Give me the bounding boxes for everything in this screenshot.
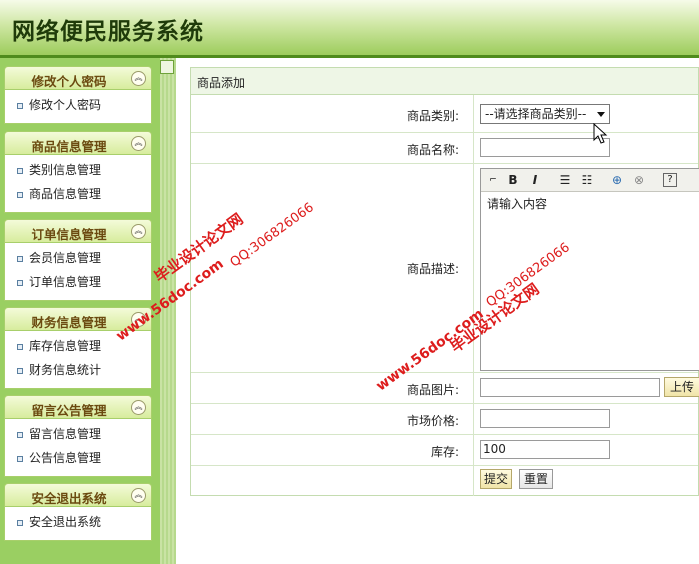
mouse-cursor-icon xyxy=(593,123,608,144)
menu-group-title: 订单信息管理 xyxy=(31,227,107,242)
sidebar-item-category[interactable]: 类别信息管理 xyxy=(5,158,151,182)
sidebar-item-announcements[interactable]: 公告信息管理 xyxy=(5,446,151,470)
name-label: 商品名称: xyxy=(406,143,459,157)
collapse-icon[interactable]: ︽ xyxy=(131,488,146,503)
category-label: 商品类别: xyxy=(406,109,459,123)
menu-group-orders: 订单信息管理 ︽ 会员信息管理 订单信息管理 xyxy=(4,219,152,301)
menu-group-header[interactable]: 商品信息管理 ︽ xyxy=(4,131,152,155)
stock-label: 库存: xyxy=(430,445,459,459)
help-icon[interactable]: ? xyxy=(663,173,677,187)
menu-group-title: 财务信息管理 xyxy=(31,315,107,330)
remove-link-icon[interactable]: ⊗ xyxy=(631,172,647,188)
menu-group-title: 修改个人密码 xyxy=(31,74,107,89)
sidebar-item-members[interactable]: 会员信息管理 xyxy=(5,246,151,270)
bullet-icon xyxy=(17,456,23,462)
menu-group-title: 留言公告管理 xyxy=(31,403,107,418)
sidebar-item-messages[interactable]: 留言信息管理 xyxy=(5,422,151,446)
bold-icon[interactable]: B xyxy=(505,172,521,188)
bullet-icon xyxy=(17,192,23,198)
toolbar-grip-icon: ⌐ xyxy=(489,175,497,185)
editor-toolbar: ⌐ B I ☰ ☷ ⊕ ⊗ ? xyxy=(481,169,699,192)
insert-link-icon[interactable]: ⊕ xyxy=(609,172,625,188)
name-input[interactable] xyxy=(480,138,610,157)
editor-content[interactable]: 请输入内容 xyxy=(487,195,547,212)
bullet-icon xyxy=(17,168,23,174)
form-row-stock: 库存: 100 xyxy=(191,435,698,466)
sidebar-item-finance-stats[interactable]: 财务信息统计 xyxy=(5,358,151,382)
category-select[interactable]: --请选择商品类别-- xyxy=(480,104,610,124)
panel-header: 商品添加 xyxy=(191,68,698,95)
menu-group-goods: 商品信息管理 ︽ 类别信息管理 商品信息管理 xyxy=(4,131,152,213)
sidebar-item-goods[interactable]: 商品信息管理 xyxy=(5,182,151,206)
form-row-price: 市场价格: xyxy=(191,404,698,435)
ordered-list-icon[interactable]: ☰ xyxy=(557,172,573,188)
sidebar-item-orders[interactable]: 订单信息管理 xyxy=(5,270,151,294)
collapse-icon[interactable]: ︽ xyxy=(131,224,146,239)
upload-button[interactable]: 上传 xyxy=(664,377,699,397)
rich-text-editor[interactable]: ⌐ B I ☰ ☷ ⊕ ⊗ ? 请输入内容 xyxy=(480,168,699,371)
image-label: 商品图片: xyxy=(406,383,459,397)
bullet-icon xyxy=(17,103,23,109)
app-title: 网络便民服务系统 xyxy=(12,18,204,45)
submit-button[interactable]: 提交 xyxy=(480,469,512,489)
form-row-actions: 提交 重置 xyxy=(191,466,698,496)
collapse-icon[interactable]: ︽ xyxy=(131,71,146,86)
add-goods-panel: 商品添加 商品类别: --请选择商品类别-- 商品名称: 商品描述: ⌐ B I… xyxy=(190,67,699,496)
unordered-list-icon[interactable]: ☷ xyxy=(579,172,595,188)
menu-group-header[interactable]: 安全退出系统 ︽ xyxy=(4,483,152,507)
stock-input[interactable]: 100 xyxy=(480,440,610,459)
menu-group-logout: 安全退出系统 ︽ 安全退出系统 xyxy=(4,483,152,541)
form-row-name: 商品名称: xyxy=(191,133,698,164)
sidebar-item-logout[interactable]: 安全退出系统 xyxy=(5,510,151,534)
menu-group-title: 安全退出系统 xyxy=(31,491,107,506)
form-row-category: 商品类别: --请选择商品类别-- xyxy=(191,95,698,133)
menu-group-notices: 留言公告管理 ︽ 留言信息管理 公告信息管理 xyxy=(4,395,152,477)
bullet-icon xyxy=(17,368,23,374)
app-header: 网络便民服务系统 xyxy=(0,0,699,58)
panel-title: 商品添加 xyxy=(197,76,246,90)
bullet-icon xyxy=(17,520,23,526)
bullet-icon xyxy=(17,432,23,438)
bullet-icon xyxy=(17,344,23,350)
reset-button[interactable]: 重置 xyxy=(519,469,553,489)
sidebar-item-change-password[interactable]: 修改个人密码 xyxy=(5,93,151,117)
menu-group-header[interactable]: 修改个人密码 ︽ xyxy=(4,66,152,90)
form-row-image: 商品图片: 上传 xyxy=(191,373,699,404)
menu-group-title: 商品信息管理 xyxy=(31,139,107,154)
menu-group-password: 修改个人密码 ︽ 修改个人密码 xyxy=(4,66,152,124)
collapse-icon[interactable]: ︽ xyxy=(131,400,146,415)
image-path-input[interactable] xyxy=(480,378,660,397)
price-label: 市场价格: xyxy=(406,414,459,428)
menu-group-header[interactable]: 订单信息管理 ︽ xyxy=(4,219,152,243)
price-input[interactable] xyxy=(480,409,610,428)
bullet-icon xyxy=(17,256,23,262)
bullet-icon xyxy=(17,280,23,286)
menu-group-header[interactable]: 留言公告管理 ︽ xyxy=(4,395,152,419)
italic-icon[interactable]: I xyxy=(527,172,543,188)
sidebar-toggle-handle[interactable] xyxy=(160,60,174,74)
collapse-icon[interactable]: ︽ xyxy=(131,136,146,151)
chevron-down-icon xyxy=(597,112,605,117)
